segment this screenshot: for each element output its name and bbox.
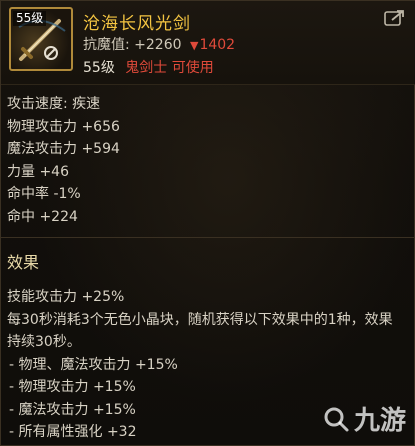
resist-value: +2260: [134, 37, 182, 53]
item-icon[interactable]: 55级: [9, 7, 73, 71]
required-level: 55级: [83, 60, 115, 76]
tooltip-header: 55级 沧海长风光剑 抗魔值: +2260 ▼1402 55级 鬼剑士 可使用: [1, 1, 415, 85]
stat-physical-attack: 物理攻击力 +656: [7, 118, 120, 135]
resist-down: ▼1402: [190, 37, 235, 53]
effect-option: - 物理攻击力 +15%: [9, 379, 136, 395]
stat-strength: 力量 +46: [7, 163, 69, 180]
effect-option: - 物理、魔法攻击力 +15%: [9, 356, 178, 373]
item-level-tag: 55级: [13, 11, 47, 26]
effect-title: 效果: [7, 253, 40, 272]
stat-magic-attack: 魔法攻击力 +594: [7, 141, 120, 158]
item-tooltip: 55级 沧海长风光剑 抗魔值: +2260 ▼1402 55级 鬼剑士 可使用 …: [0, 0, 415, 446]
share-button[interactable]: [384, 9, 406, 27]
item-name: 沧海长风光剑: [83, 14, 191, 34]
stat-hit-rate: 命中率 -1%: [7, 186, 81, 203]
resist-label: 抗魔值:: [83, 37, 130, 53]
down-arrow-icon: ▼: [189, 39, 199, 52]
stats-list: 攻击速度: 疾速 物理攻击力 +656 魔法攻击力 +594 力量 +46 命中…: [7, 93, 120, 229]
effect-skill-attack: 技能攻击力 +25%: [7, 289, 125, 305]
stat-hit: 命中 +224: [7, 208, 78, 225]
resist-down-value: 1402: [199, 37, 236, 53]
required-class: 鬼剑士 可使用: [125, 60, 214, 76]
resist-line: 抗魔值: +2260 ▼1402: [83, 34, 235, 54]
requirement-line: 55级 鬼剑士 可使用: [83, 57, 214, 77]
stat-attack-speed: 攻击速度: 疾速: [7, 96, 101, 112]
jiuyou-logo-icon: [324, 407, 349, 431]
watermark: 九游: [322, 400, 406, 437]
share-icon: [384, 10, 404, 26]
watermark-text: 九游: [353, 406, 406, 436]
section-divider: [1, 237, 415, 238]
effect-description: 每30秒消耗3个无色小晶块，随机获得以下效果中的1种，效果持续30秒。: [7, 311, 393, 351]
